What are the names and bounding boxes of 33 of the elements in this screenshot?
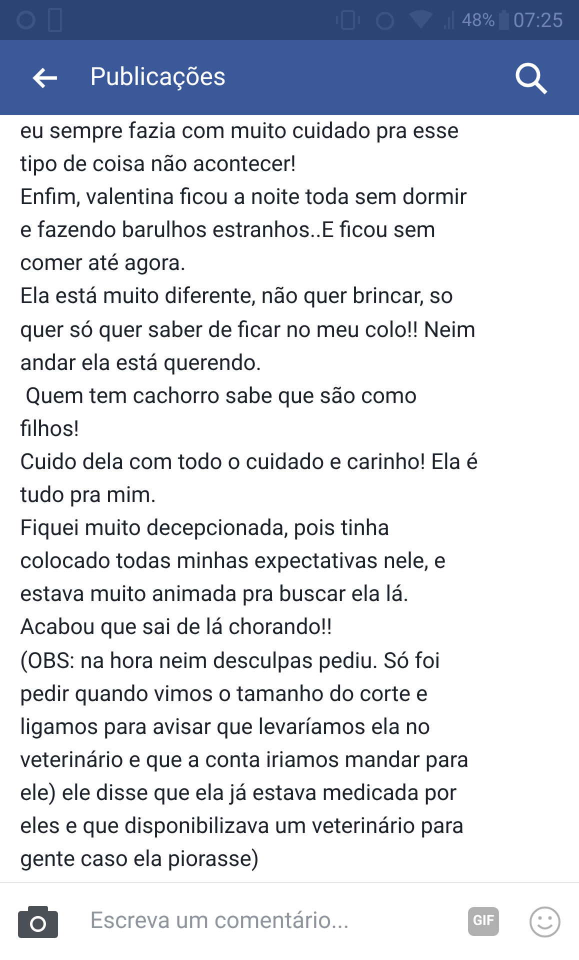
post-text-line: veterinário e que a conta iriamos mandar para xyxy=(20,746,469,775)
camera-button[interactable] xyxy=(18,906,58,938)
clock-time: 07:25 xyxy=(513,7,563,34)
post-text-line: tipo de coisa não acontecer! xyxy=(20,151,296,180)
smiley-icon xyxy=(529,906,561,938)
post-text-line: eles e que disponibilizava um veterinário para xyxy=(20,812,464,841)
camera-icon xyxy=(18,906,58,938)
post-text-line: quer só quer saber de ficar no meu colo!! Neim xyxy=(20,316,476,345)
post-text-line: Acabou que sai de lá chorando!! xyxy=(20,614,332,642)
post-text-line: Cuido dela com todo o cuidado e carinho! Ela é xyxy=(20,448,478,477)
post-text-line: (OBS: na hora neim desculpas pediu. Só foi xyxy=(20,648,440,676)
header-title: Publicações xyxy=(90,62,227,94)
post-text-line: gente caso ela piorasse) xyxy=(20,846,260,874)
post-text-line: Quem tem cachorro sabe que são como xyxy=(24,382,417,411)
post-text-line: e fazendo barulhos estranhos..E ficou sem xyxy=(20,217,436,246)
post-text-line: comer até agora. xyxy=(20,250,186,278)
back-arrow-icon xyxy=(32,66,58,88)
post-text-line: Fiquei muito decepcionada, pois tinha xyxy=(20,515,390,544)
post-text-line: ligamos para avisar que levaríamos ela no xyxy=(20,714,430,742)
post-text-line: ele) ele disse que ela já estava medicada por xyxy=(20,780,457,808)
post-text-line: tudo pra mim. xyxy=(20,482,156,510)
post-text-line: pedir quando vimos o tamanho do corte e xyxy=(20,680,428,709)
post-text-line: Enfim, valentina ficou a noite toda sem dormir xyxy=(20,184,467,212)
post-text-line: colocado todas minhas expectativas nele, e xyxy=(20,548,446,576)
post-text-line: estava muito animada pra buscar ela lá. xyxy=(20,581,409,610)
post-text-line: Ela está muito diferente, não quer brincar, so xyxy=(20,283,454,312)
post-text-line: filhos! xyxy=(20,416,80,444)
search-icon xyxy=(514,60,548,94)
battery-percent: 48% xyxy=(462,8,496,32)
gif-button[interactable]: GIF xyxy=(468,907,499,936)
post-text-line: andar ela está querendo. xyxy=(20,350,262,378)
post-text-line: eu sempre fazia com muito cuidado pra esse xyxy=(20,118,459,146)
comment-input-field[interactable]: Escreva um comentário... xyxy=(90,904,460,939)
